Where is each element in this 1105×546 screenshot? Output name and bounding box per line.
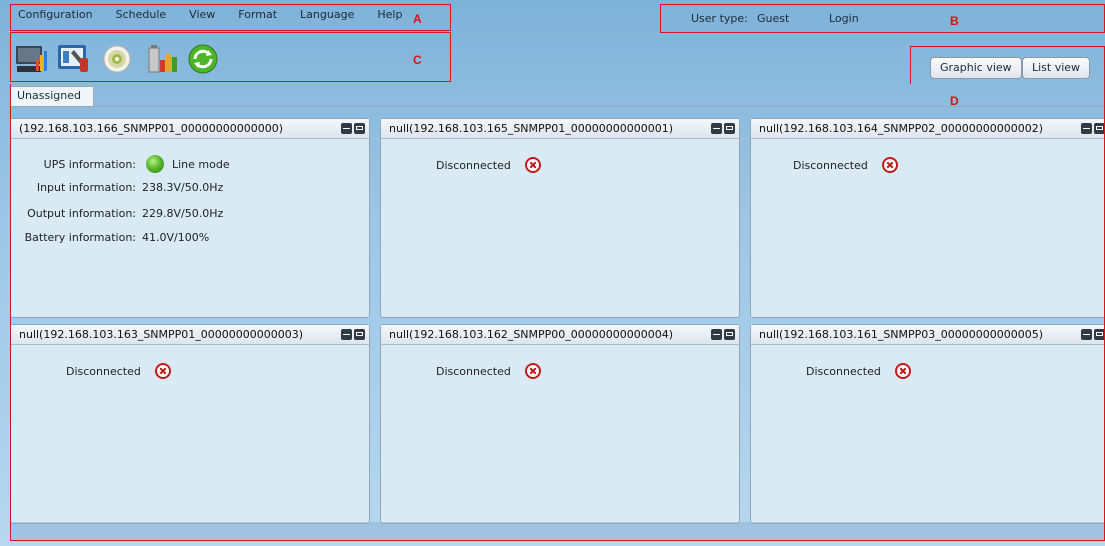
callout-label-a: A <box>413 12 422 26</box>
callout-box-a <box>10 4 451 31</box>
callout-box-c <box>10 32 451 82</box>
callout-label-b: B <box>950 14 959 28</box>
callout-frame <box>10 84 1105 541</box>
callout-box-b <box>660 4 1105 33</box>
callout-box-d <box>910 46 1105 84</box>
callout-label-c: C <box>413 53 422 67</box>
